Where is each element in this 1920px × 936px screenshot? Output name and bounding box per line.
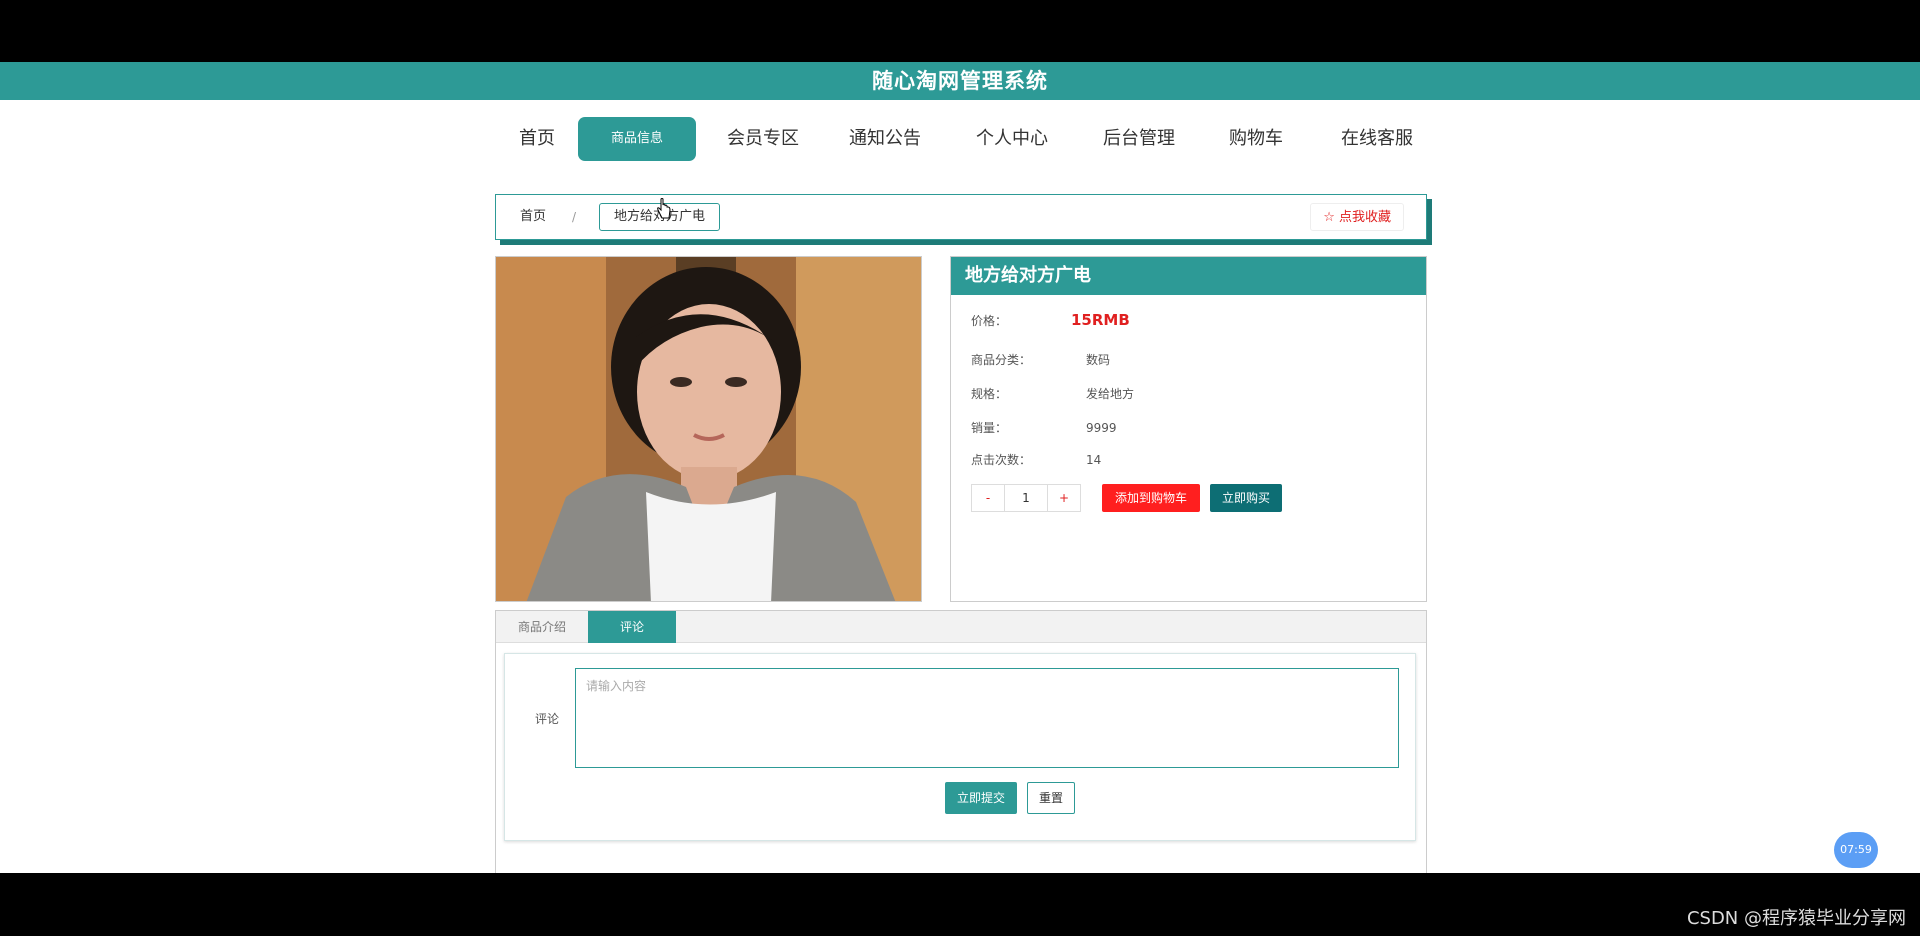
add-to-cart-button[interactable]: 添加到购物车	[1102, 484, 1200, 512]
comment-label: 评论	[535, 712, 560, 726]
tabs-bar: 商品介绍 评论	[496, 611, 1426, 643]
comment-input[interactable]	[575, 668, 1399, 768]
nav-admin[interactable]: 后台管理	[1094, 117, 1184, 161]
qty-plus-button[interactable]: +	[1047, 484, 1081, 512]
qty-minus-button[interactable]: -	[971, 484, 1005, 512]
category-label: 商品分类：	[971, 353, 1032, 367]
spec-row: 规格： 发给地方	[971, 385, 1134, 402]
site-title: 随心淘网管理系统	[872, 69, 1048, 93]
price-value: 15RMB	[1071, 311, 1130, 329]
tab-comment[interactable]: 评论	[588, 611, 676, 643]
nav-service[interactable]: 在线客服	[1332, 117, 1422, 161]
buy-now-button[interactable]: 立即购买	[1210, 484, 1282, 512]
nav-profile[interactable]: 个人中心	[967, 117, 1057, 161]
reset-button[interactable]: 重置	[1027, 782, 1075, 814]
product-photo-illustration	[496, 257, 921, 601]
nav-home[interactable]: 首页	[505, 117, 569, 161]
submit-button[interactable]: 立即提交	[945, 782, 1017, 814]
product-image	[495, 256, 922, 602]
top-letterbox	[0, 0, 1920, 62]
sales-value: 9999	[1086, 421, 1117, 435]
tab-intro[interactable]: 商品介绍	[496, 611, 588, 643]
spec-value: 发给地方	[1086, 387, 1135, 401]
breadcrumb-home[interactable]: 首页	[520, 195, 546, 239]
sales-row: 销量： 9999	[971, 419, 1117, 436]
breadcrumb: 首页 / 地方给对方广电 ☆ 点我收藏	[495, 194, 1427, 240]
nav-cart[interactable]: 购物车	[1220, 117, 1292, 161]
watermark: CSDN @程序猿毕业分享网	[1686, 908, 1906, 929]
clicks-label: 点击次数：	[971, 453, 1032, 467]
product-title: 地方给对方广电	[951, 257, 1426, 295]
category-value: 数码	[1086, 353, 1111, 367]
quantity-stepper: - 1 +	[971, 484, 1081, 512]
main-nav: 首页 商品信息 会员专区 通知公告 个人中心 后台管理 购物车 在线客服	[0, 117, 1920, 163]
price-row: 价格： 15RMB	[971, 311, 1130, 329]
page: 随心淘网管理系统 首页 商品信息 会员专区 通知公告 个人中心 后台管理 购物车…	[0, 62, 1920, 873]
qty-input[interactable]: 1	[1005, 484, 1047, 512]
sales-label: 销量：	[971, 421, 1008, 435]
spec-label: 规格：	[971, 387, 1008, 401]
bottom-letterbox	[0, 873, 1920, 936]
nav-products[interactable]: 商品信息	[578, 117, 696, 161]
clicks-value: 14	[1086, 453, 1102, 467]
favorite-button[interactable]: ☆ 点我收藏	[1310, 203, 1404, 231]
time-bubble: 07:59	[1834, 832, 1878, 868]
category-row: 商品分类： 数码	[971, 351, 1110, 368]
detail-tabs: 商品介绍 评论 评论 立即提交 重置	[495, 610, 1427, 873]
product-info-panel: 地方给对方广电 价格： 15RMB 商品分类： 数码 规格： 发给地方 销量： 9999…	[950, 256, 1427, 602]
hand-cursor-icon	[657, 198, 671, 219]
clicks-row: 点击次数： 14	[971, 451, 1101, 468]
breadcrumb-separator: /	[572, 210, 577, 224]
site-header: 随心淘网管理系统	[0, 62, 1920, 100]
comment-form: 评论 立即提交 重置	[504, 653, 1416, 841]
price-label: 价格：	[971, 314, 1008, 328]
nav-notices[interactable]: 通知公告	[840, 117, 930, 161]
nav-members[interactable]: 会员专区	[718, 117, 808, 161]
